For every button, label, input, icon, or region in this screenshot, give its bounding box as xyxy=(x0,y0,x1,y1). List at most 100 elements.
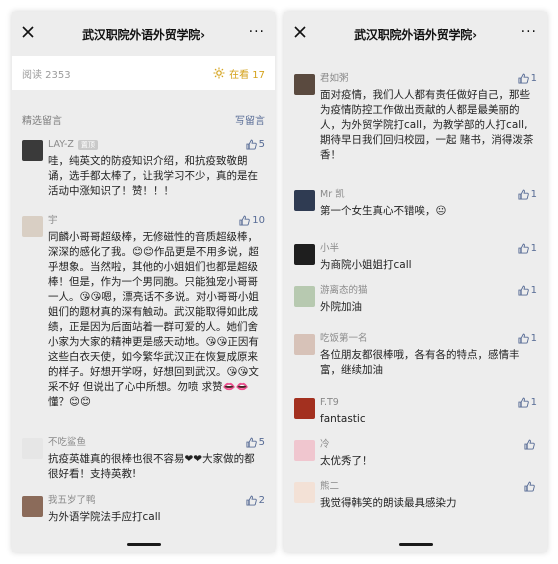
comment-item: F.T9 1 fantastic xyxy=(284,396,547,427)
like-button[interactable]: 1 xyxy=(518,285,537,296)
like-button[interactable] xyxy=(524,481,537,492)
thumb-up-icon xyxy=(239,215,251,226)
thumb-up-icon xyxy=(246,437,257,448)
comment-item: 吃饭第一名 1 各位朋友都很棒哦，各有各的特点，感情丰富，继续加油 xyxy=(284,332,547,378)
like-count: 5 xyxy=(258,139,265,150)
comment-author: 冷 xyxy=(320,439,330,450)
wow-sparkle-icon xyxy=(213,67,225,79)
comment-author: 我五岁了鸭 xyxy=(48,495,96,506)
thumb-up-icon xyxy=(518,243,529,254)
like-button[interactable] xyxy=(524,439,537,450)
wow-button[interactable]: 在看 17 xyxy=(213,66,265,81)
avatar[interactable] xyxy=(22,496,43,517)
comment-item: Mr 凯 1 第一个女生真心不错唉，😐 xyxy=(284,188,547,219)
right-phone-screen: 武汉职院外语外贸学院› ··· 君如粥 1 面对疫情，我们人人都有责任做好自己，那些… xyxy=(284,12,547,552)
avatar[interactable] xyxy=(22,438,43,459)
comment-author: F.T9 xyxy=(320,397,339,408)
comment-text: 为商院小姐姐打call xyxy=(320,259,412,271)
comment-text: fantastic xyxy=(320,413,366,425)
thumb-up-icon xyxy=(246,495,257,506)
like-button[interactable]: 1 xyxy=(518,243,537,254)
comment-item: 宇 10 同麟小哥哥超级棒，无修磁性的音质超级棒，深深的感化了我。😊😊作品更是不用多… xyxy=(12,214,275,410)
thumb-up-icon xyxy=(524,481,535,492)
right-top-bar: 武汉职院外语外贸学院› ··· xyxy=(284,12,547,56)
avatar[interactable] xyxy=(294,190,315,211)
like-button[interactable]: 1 xyxy=(518,333,537,344)
screenshot-canvas: 武汉职院外语外贸学院› ··· 阅读 2353 在看 17 精选留言 写留言 L… xyxy=(0,0,558,564)
comment-text: 为外语学院法手应打call xyxy=(48,511,161,523)
account-title[interactable]: 武汉职院外语外贸学院› xyxy=(354,26,477,43)
like-count: 1 xyxy=(530,397,537,408)
thumb-up-icon xyxy=(518,397,529,408)
comment-item: 我五岁了鸭 2 为外语学院法手应打call xyxy=(12,494,275,525)
comment-text: 同麟小哥哥超级棒，无修磁性的音质超级棒，深深的感化了我。😊😊作品更是不用多说，超… xyxy=(48,231,259,408)
like-button[interactable]: 5 xyxy=(246,437,265,448)
avatar[interactable] xyxy=(294,440,315,461)
avatar[interactable] xyxy=(22,216,43,237)
like-button[interactable]: 10 xyxy=(239,215,265,226)
chevron-right-icon: › xyxy=(472,27,477,42)
bottom-fade xyxy=(12,524,275,552)
read-count-row: 阅读 2353 在看 17 xyxy=(12,56,275,90)
comment-text: 面对疫情，我们人人都有责任做好自己，那些为疫情防控工作做出贡献的人都是最美丽的人… xyxy=(320,89,534,161)
pinned-badge: 置顶 xyxy=(77,140,98,150)
comment-author: 游离态的猫 xyxy=(320,285,368,296)
comment-text: 抗疫英雄真的很棒也很不容易❤❤大家做的都很好看！支持英教! xyxy=(48,453,255,480)
home-indicator[interactable] xyxy=(398,543,433,546)
comment-item: LAY-Z 置顶 5 哇，纯英文的防疫知识介绍，和抗疫致敬朗诵，选手都太棒了，让我学习… xyxy=(12,138,275,199)
featured-comments-title: 精选留言 xyxy=(22,115,62,127)
thumb-up-icon xyxy=(524,439,535,450)
comment-text: 我觉得韩笑的朗读最具感染力 xyxy=(320,497,457,509)
comment-item: 君如粥 1 面对疫情，我们人人都有责任做好自己，那些为疫情防控工作做出贡献的人都是最… xyxy=(284,72,547,163)
like-button[interactable]: 1 xyxy=(518,397,537,408)
avatar[interactable] xyxy=(294,74,315,95)
like-count: 10 xyxy=(252,215,265,226)
comment-author: LAY-Z 置顶 xyxy=(48,138,265,152)
left-top-bar: 武汉职院外语外贸学院› ··· xyxy=(12,12,275,56)
left-phone-screen: 武汉职院外语外贸学院› ··· 阅读 2353 在看 17 精选留言 写留言 L… xyxy=(12,12,275,552)
avatar[interactable] xyxy=(22,140,43,161)
read-count: 阅读 2353 xyxy=(22,69,71,81)
like-count: 2 xyxy=(258,495,265,506)
like-count: 1 xyxy=(530,189,537,200)
comment-author: 熊二 xyxy=(320,481,340,492)
comment-text: 太优秀了！ xyxy=(320,455,373,467)
avatar[interactable] xyxy=(294,482,315,503)
more-icon[interactable]: ··· xyxy=(249,24,265,40)
like-button[interactable]: 2 xyxy=(246,495,265,506)
more-icon[interactable]: ··· xyxy=(521,24,537,40)
thumb-up-icon xyxy=(518,189,529,200)
like-count: 1 xyxy=(530,285,537,296)
comment-item: 熊二我觉得韩笑的朗读最具感染力 xyxy=(284,480,547,511)
comment-text: 哇，纯英文的防疫知识介绍，和抗疫致敬朗诵，选手都太棒了，让我学习不少，真的是在活… xyxy=(48,155,258,197)
home-indicator[interactable] xyxy=(126,543,161,546)
like-button[interactable]: 5 xyxy=(246,139,265,150)
comment-author: 小半 xyxy=(320,243,340,254)
comment-text: 各位朋友都很棒哦，各有各的特点，感情丰富，继续加油 xyxy=(320,349,520,376)
close-icon[interactable] xyxy=(292,24,308,40)
thumb-up-icon xyxy=(518,333,529,344)
comment-author: 不吃鲨鱼 xyxy=(48,437,87,448)
comment-item: 游离态的猫 1 外院加油 xyxy=(284,284,547,315)
like-button[interactable]: 1 xyxy=(518,73,537,84)
comment-text: 外院加油 xyxy=(320,301,362,313)
like-button[interactable]: 1 xyxy=(518,189,537,200)
comment-author: Mr 凯 xyxy=(320,189,345,200)
comment-item: 小半 1 为商院小姐姐打call xyxy=(284,242,547,273)
avatar[interactable] xyxy=(294,334,315,355)
comment-text: 第一个女生真心不错唉，😐 xyxy=(320,205,447,217)
avatar[interactable] xyxy=(294,286,315,307)
like-count: 1 xyxy=(530,333,537,344)
account-title[interactable]: 武汉职院外语外贸学院› xyxy=(82,26,205,43)
comment-author: 君如粥 xyxy=(320,73,349,84)
thumb-up-icon xyxy=(518,285,529,296)
close-icon[interactable] xyxy=(20,24,36,40)
thumb-up-icon xyxy=(518,73,529,84)
comment-author: 吃饭第一名 xyxy=(320,333,368,344)
avatar[interactable] xyxy=(294,398,315,419)
featured-comments-header: 精选留言 写留言 xyxy=(12,108,275,130)
like-count: 5 xyxy=(258,437,265,448)
avatar[interactable] xyxy=(294,244,315,265)
write-comment-link[interactable]: 写留言 xyxy=(235,112,265,127)
like-count: 1 xyxy=(530,73,537,84)
